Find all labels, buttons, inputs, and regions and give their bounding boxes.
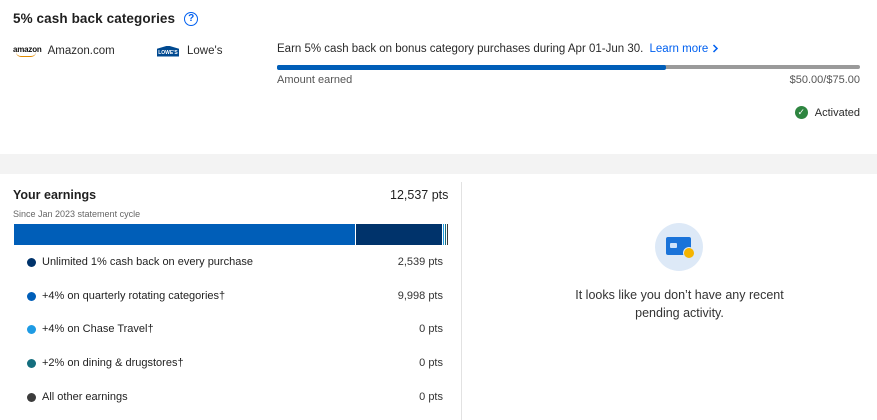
- check-circle-icon: ✓: [794, 106, 808, 119]
- panel-divider: [461, 182, 462, 420]
- bar-segment: [446, 224, 448, 245]
- legend-dot-icon: [27, 325, 36, 335]
- legend-value: 0 pts: [419, 390, 443, 403]
- earnings-legend: Unlimited 1% cash back on every purchase…: [0, 255, 461, 420]
- earnings-stacked-bar: [14, 224, 448, 245]
- legend-value: 2,539 pts: [397, 256, 443, 268]
- legend-item: All other earnings 0 pts: [0, 390, 461, 420]
- legend-value: 0 pts: [419, 323, 443, 336]
- cashback-categories-panel: 5% cash back categories ? amazon Amazon.…: [0, 0, 877, 154]
- legend-item: Unlimited 1% cash back on every purchase…: [0, 255, 461, 289]
- amount-progress-fill: [277, 64, 666, 70]
- promo-description: Earn 5% cash back on bonus category purc…: [277, 43, 719, 55]
- chevron-right-icon: [712, 43, 718, 53]
- legend-dot-icon: [27, 291, 36, 301]
- merchant-lowes: LOWE'S Lowe's: [157, 45, 222, 57]
- legend-dot-icon: [27, 359, 36, 369]
- amount-progress-bar: [277, 64, 860, 70]
- earnings-total: 12,537 pts: [390, 188, 449, 202]
- legend-value: 9,998 pts: [397, 289, 443, 302]
- legend-label: Unlimited 1% cash back on every purchase: [42, 256, 253, 268]
- merchant-name: Amazon.com: [47, 45, 115, 57]
- earnings-subtitle: Since Jan 2023 statement cycle: [13, 209, 141, 219]
- legend-label: +4% on quarterly rotating categories†: [42, 289, 226, 302]
- earnings-title: Your earnings: [13, 188, 97, 202]
- bar-segment: [14, 224, 355, 245]
- earnings-panel: Your earnings 12,537 pts Since Jan 2023 …: [0, 174, 877, 420]
- pending-activity-message: It looks like you don’t have any recent …: [575, 288, 784, 320]
- amazon-logo: amazon: [13, 44, 42, 57]
- legend-dot-icon: [27, 392, 36, 402]
- bar-segment: [355, 224, 442, 245]
- promo-text: Earn 5% cash back on bonus category purc…: [277, 43, 644, 55]
- cashback-title-row: 5% cash back categories ?: [13, 11, 199, 26]
- legend-label: +4% on Chase Travel†: [42, 323, 154, 336]
- credit-card-icon: [655, 223, 703, 271]
- legend-value: 0 pts: [419, 357, 443, 370]
- merchant-amazon: amazon Amazon.com: [13, 44, 115, 58]
- legend-label: +2% on dining & drugstores†: [42, 357, 184, 370]
- learn-more-link[interactable]: Learn more: [650, 43, 719, 55]
- question-circle-icon[interactable]: ?: [184, 11, 199, 26]
- cashback-title: 5% cash back categories: [13, 11, 176, 26]
- merchant-name: Lowe's: [187, 45, 223, 57]
- legend-item: +4% on Chase Travel† 0 pts: [0, 322, 461, 356]
- legend-label: All other earnings: [42, 390, 128, 403]
- legend-item: +4% on quarterly rotating categories† 9,…: [0, 289, 461, 323]
- activated-label: Activated: [814, 106, 860, 119]
- activated-status: ✓ Activated: [794, 106, 860, 119]
- legend-dot-icon: [27, 258, 36, 267]
- lowes-logo: LOWE'S: [157, 45, 179, 57]
- amount-earned-label: Amount earned: [277, 74, 353, 86]
- amount-earned-value: $50.00/$75.00: [789, 74, 860, 86]
- legend-item: +2% on dining & drugstores† 0 pts: [0, 356, 461, 390]
